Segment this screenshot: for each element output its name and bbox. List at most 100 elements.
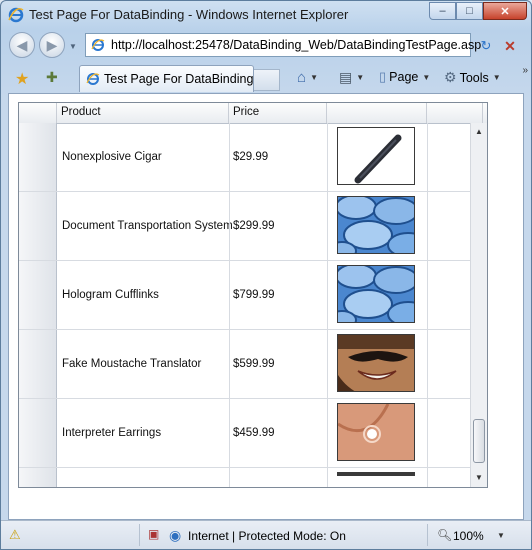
stop-icon[interactable]: ✕ (501, 37, 519, 55)
print-button[interactable]: ▤ ▼ (339, 69, 364, 86)
column-divider (229, 261, 230, 329)
table-row[interactable]: Nonexplosive Cigar $29.99 (19, 123, 487, 192)
add-favorites-icon[interactable]: ✚ (46, 69, 58, 86)
security-zone-text[interactable]: Internet | Protected Mode: On (188, 529, 346, 543)
column-divider (327, 399, 328, 467)
zoom-magnifier-icon: 🔍︎ (437, 528, 453, 542)
maximize-button[interactable]: □ (456, 2, 483, 20)
column-divider (229, 330, 230, 398)
home-button[interactable]: ⌂ ▼ (297, 69, 318, 86)
product-image-moustache (337, 334, 415, 392)
table-row[interactable] (19, 468, 487, 487)
recent-pages-dropdown[interactable]: ▼ (69, 42, 77, 51)
new-tab-button[interactable] (254, 69, 280, 91)
grid-header: Product Price (19, 103, 487, 124)
scroll-up-icon[interactable]: ▲ (473, 125, 485, 139)
page-menu-button[interactable]: ▯ Page ▼ (379, 69, 430, 85)
home-dropdown-icon[interactable]: ▼ (310, 73, 318, 82)
product-image-discs (337, 196, 415, 254)
column-divider (427, 330, 428, 398)
column-divider (427, 261, 428, 329)
ie-logo-icon (8, 7, 24, 23)
table-row[interactable]: Document Transportation System $299.99 (19, 192, 487, 261)
navigation-bar: ◀ ▶ ▼ http://localhost:25478/DataBinding… (1, 29, 531, 63)
caption-buttons: – □ ✕ (429, 2, 527, 20)
row-header[interactable] (19, 468, 57, 487)
column-divider (427, 123, 428, 191)
product-cell: Document Transportation System (62, 220, 233, 232)
back-button[interactable]: ◀ (9, 32, 35, 58)
zoom-level[interactable]: 100% (453, 529, 484, 543)
refresh-icon[interactable]: ↻ (477, 37, 495, 55)
status-bar: ⚠ ▣ ◉ Internet | Protected Mode: On 🔍︎ 1… (1, 520, 531, 549)
product-cell: Hologram Cufflinks (62, 289, 159, 301)
print-dropdown-icon[interactable]: ▼ (356, 73, 364, 82)
address-bar[interactable]: http://localhost:25478/DataBinding_Web/D… (85, 33, 481, 57)
page-content: Product Price Nonexplosive Cigar $29.99 (8, 93, 524, 520)
status-separator (427, 524, 428, 546)
tools-menu-button[interactable]: ⚙ Tools ▼ (444, 69, 501, 86)
internet-globe-icon: ◉ (169, 527, 182, 543)
column-divider (427, 192, 428, 260)
column-header-image[interactable] (327, 103, 427, 123)
page-dropdown-icon: ▼ (422, 72, 431, 82)
table-row[interactable]: Hologram Cufflinks $799.99 (19, 261, 487, 330)
row-header[interactable] (19, 330, 57, 398)
table-row[interactable]: Fake Moustache Translator $599.99 (19, 330, 487, 399)
row-header[interactable] (19, 399, 57, 467)
product-cell: Interpreter Earrings (62, 427, 162, 439)
tools-menu-label: Tools (459, 70, 489, 85)
popup-blocked-icon[interactable]: ▣ (148, 527, 159, 541)
command-bar: ★ ✚ Test Page For DataBinding ⌂ ▼ ▤ ▼ ▯ Pa… (1, 63, 531, 93)
minimize-button[interactable]: – (429, 2, 456, 20)
product-image-earring (337, 403, 415, 461)
column-divider (229, 468, 230, 487)
column-header-price[interactable]: Price (229, 103, 327, 123)
table-row[interactable]: Interpreter Earrings $459.99 (19, 399, 487, 468)
title-bar[interactable]: Test Page For DataBinding - Windows Inte… (1, 1, 531, 29)
price-cell: $799.99 (233, 289, 275, 301)
column-divider (427, 399, 428, 467)
warning-icon[interactable]: ⚠ (9, 527, 21, 543)
data-grid: Product Price Nonexplosive Cigar $29.99 (18, 102, 488, 488)
tab-active[interactable]: Test Page For DataBinding (79, 65, 254, 92)
favorites-star-icon[interactable]: ★ (15, 69, 29, 89)
price-cell: $29.99 (233, 151, 269, 163)
product-cell: Fake Moustache Translator (62, 358, 202, 370)
tab-label: Test Page For DataBinding (104, 72, 254, 86)
column-divider (327, 192, 328, 260)
row-header[interactable] (19, 261, 57, 329)
column-header-product[interactable]: Product (57, 103, 229, 123)
column-divider (229, 192, 230, 260)
product-cell: Nonexplosive Cigar (62, 151, 162, 163)
grid-scrollbar[interactable]: ▲ ▼ (470, 123, 487, 487)
column-divider (327, 123, 328, 191)
price-cell: $299.99 (233, 220, 275, 232)
product-image-cigar (337, 127, 415, 185)
browser-window: Test Page For DataBinding - Windows Inte… (0, 0, 532, 550)
column-divider (327, 330, 328, 398)
price-cell: $599.99 (233, 358, 275, 370)
close-button[interactable]: ✕ (483, 2, 527, 20)
address-text[interactable]: http://localhost:25478/DataBinding_Web/D… (111, 38, 481, 52)
row-header[interactable] (19, 123, 57, 191)
page-icon (91, 39, 105, 51)
back-arrow-icon: ◀ (16, 36, 28, 53)
zoom-dropdown-icon[interactable]: ▼ (497, 531, 505, 540)
page-icon: ▯ (379, 69, 387, 84)
header-corner (19, 103, 57, 123)
product-image-discs (337, 265, 415, 323)
column-header-empty (427, 103, 483, 123)
tab-page-icon (86, 73, 100, 85)
price-cell: $459.99 (233, 427, 275, 439)
forward-button[interactable]: ▶ (39, 32, 65, 58)
tools-dropdown-icon: ▼ (492, 73, 501, 82)
column-divider (229, 399, 230, 467)
forward-arrow-icon: ▶ (46, 36, 58, 53)
column-divider (327, 468, 328, 487)
scroll-down-icon[interactable]: ▼ (473, 471, 485, 485)
status-separator (139, 524, 140, 546)
row-header[interactable] (19, 192, 57, 260)
scrollbar-thumb[interactable] (473, 419, 485, 463)
more-commands-chevron-icon[interactable]: » (522, 65, 527, 76)
